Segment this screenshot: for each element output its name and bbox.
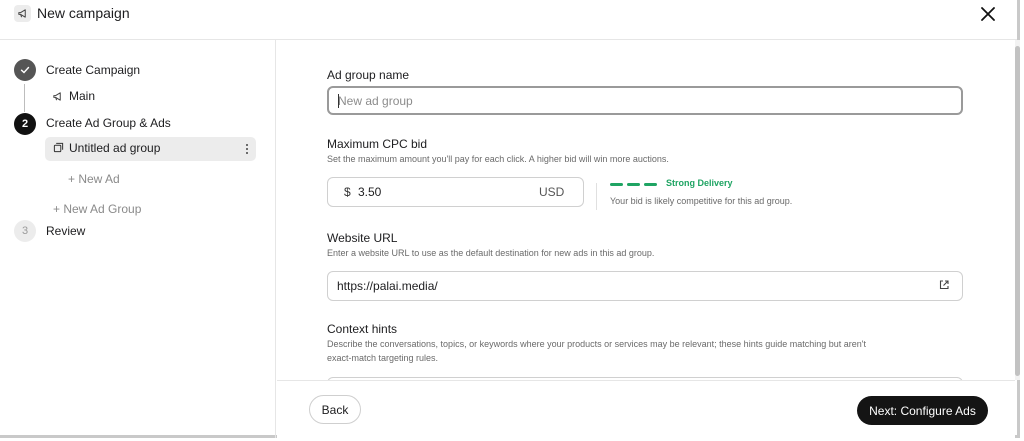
megaphone-icon (14, 5, 31, 22)
ad-group-name-label: Ad group name (327, 68, 410, 82)
step-create-campaign[interactable]: Create Campaign (46, 62, 140, 78)
new-campaign-modal: New campaign Create Campaign Main 2 Crea… (0, 0, 1020, 438)
cpc-help: Set the maximum amount you'll pay for ea… (327, 154, 669, 164)
close-button[interactable] (977, 3, 999, 25)
context-hints-help: Describe the conversations, topics, or k… (327, 339, 866, 349)
step-review[interactable]: Review (46, 223, 85, 239)
delivery-meter-segment (644, 183, 657, 186)
more-options-icon[interactable] (244, 141, 250, 157)
website-url-input[interactable]: https://palai.media/ (327, 271, 963, 301)
cpc-bid-value: 3.50 (358, 185, 382, 199)
step-3-number: 3 (14, 220, 36, 242)
ad-group-name-placeholder: New ad group (338, 94, 413, 108)
delivery-meter-segment (610, 183, 623, 186)
modal-title: New campaign (37, 5, 130, 21)
next-configure-ads-button[interactable]: Next: Configure Ads (857, 396, 988, 425)
cpc-bid-input[interactable]: $ 3.50 USD (327, 177, 584, 207)
step-1-check-icon (14, 59, 36, 81)
website-url-label: Website URL (327, 231, 398, 245)
modal-header: New campaign (0, 0, 1017, 40)
website-url-help: Enter a website URL to use as the defaul… (327, 248, 655, 258)
delivery-status: Strong Delivery (666, 178, 733, 188)
cpc-label: Maximum CPC bid (327, 137, 428, 151)
delivery-divider (596, 183, 597, 210)
delivery-meter-segment (627, 183, 640, 186)
currency-symbol: $ (344, 185, 351, 199)
external-link-icon[interactable] (938, 279, 950, 291)
scrollbar-thumb[interactable] (1015, 46, 1020, 376)
steps-sidebar: Create Campaign Main 2 Create Ad Group &… (0, 40, 276, 438)
new-ad-group-button[interactable]: + New Ad Group (53, 201, 141, 217)
delivery-help: Your bid is likely competitive for this … (610, 196, 793, 206)
modal-footer: Back Next: Configure Ads (277, 380, 1015, 438)
currency-code: USD (539, 185, 565, 199)
megaphone-icon (53, 91, 61, 101)
sidebar-item-main[interactable]: Main (52, 88, 95, 104)
ad-group-form: Ad group name New ad group Maximum CPC b… (277, 40, 1015, 380)
step-create-ad-group[interactable]: Create Ad Group & Ads (46, 115, 171, 131)
context-hints-help-2: exact-match targeting rules. (327, 353, 439, 363)
back-button[interactable]: Back (309, 395, 361, 424)
form-scrollbar[interactable] (1015, 40, 1020, 380)
step-2-number: 2 (14, 113, 36, 135)
new-ad-button[interactable]: + New Ad (68, 171, 120, 187)
sidebar-item-label: Untitled ad group (69, 141, 161, 155)
close-icon (981, 7, 995, 21)
sidebar-item-label: Main (69, 89, 96, 103)
sidebar-item-ad-group[interactable]: Untitled ad group (45, 137, 256, 161)
step-connector (24, 84, 25, 112)
context-hints-label: Context hints (327, 322, 398, 336)
ad-group-name-input[interactable]: New ad group (327, 86, 963, 115)
ad-group-icon (53, 142, 64, 153)
website-url-value: https://palai.media/ (337, 279, 438, 293)
